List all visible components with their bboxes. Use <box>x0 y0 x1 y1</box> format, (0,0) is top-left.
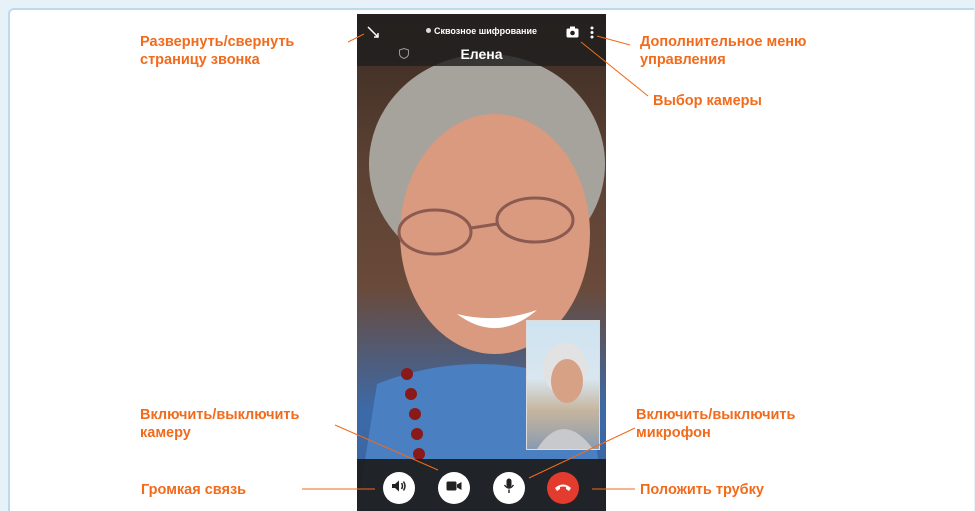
label-hangup: Положить трубку <box>640 482 764 498</box>
label-camera-toggle-line1: Включить/выключить <box>140 407 300 423</box>
label-more-menu: Дополнительное меню управления <box>640 33 806 69</box>
label-camera-toggle-line2: камеру <box>140 425 191 441</box>
label-more-menu-line2: управления <box>640 52 726 68</box>
label-mic-toggle-line2: микрофон <box>636 425 711 441</box>
label-collapse-call: Развернуть/свернуть страницу звонка <box>140 33 294 69</box>
label-mic-toggle: Включить/выключить микрофон <box>636 406 795 442</box>
label-camera-toggle: Включить/выключить камеру <box>140 406 299 442</box>
label-collapse-line2: страницу звонка <box>140 52 260 68</box>
label-more-menu-line1: Дополнительное меню <box>640 34 807 50</box>
label-collapse-line1: Развернуть/свернуть <box>140 34 295 50</box>
label-camera-select: Выбор камеры <box>653 93 762 109</box>
label-mic-toggle-line1: Включить/выключить <box>636 407 796 423</box>
label-speaker: Громкая связь <box>141 482 247 498</box>
